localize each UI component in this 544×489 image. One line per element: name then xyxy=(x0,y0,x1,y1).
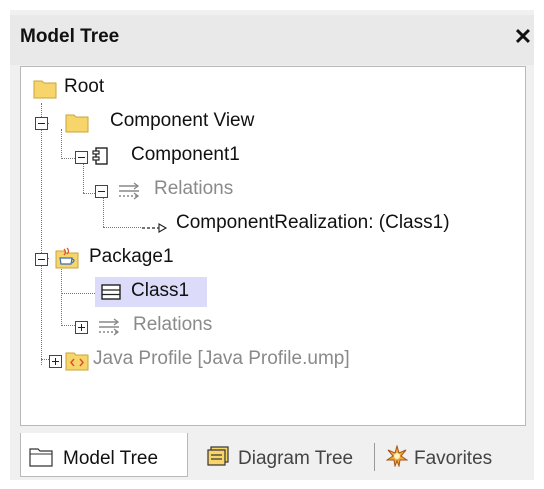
folder-icon xyxy=(33,80,57,99)
collapse-toggle[interactable] xyxy=(35,253,48,266)
tab-separator xyxy=(374,443,375,471)
expand-toggle[interactable] xyxy=(75,321,88,334)
collapse-toggle[interactable] xyxy=(35,117,48,130)
tab-bar: Model Tree Diagram Tree Favorites xyxy=(20,433,526,479)
tab-label: Diagram Tree xyxy=(238,448,354,469)
component-icon xyxy=(92,147,108,165)
class-icon xyxy=(101,284,121,300)
expand-toggle[interactable] xyxy=(49,355,62,368)
tab-label: Favorites xyxy=(414,448,493,469)
close-icon: ✕ xyxy=(513,24,533,49)
close-button[interactable]: ✕ xyxy=(512,22,534,52)
relations-icon xyxy=(99,318,120,336)
realization-arrow-icon xyxy=(142,223,168,233)
tab-favorites[interactable]: Favorites xyxy=(382,433,522,477)
tree-node-label: ComponentRealization: (Class1) xyxy=(176,212,450,233)
folder-icon xyxy=(65,114,89,133)
panel-title: Model Tree xyxy=(20,26,120,47)
tab-label: Model Tree xyxy=(63,448,159,469)
collapse-toggle[interactable] xyxy=(95,185,108,198)
tree-line xyxy=(103,227,141,228)
tree-line xyxy=(41,359,49,360)
tree-node-label: Relations xyxy=(133,314,213,335)
tree-node-label: Component View xyxy=(110,110,255,131)
tree-line xyxy=(41,103,42,365)
tree-line xyxy=(61,129,62,159)
tree-line xyxy=(61,293,95,294)
relations-icon xyxy=(119,182,140,200)
java-package-icon xyxy=(55,247,79,269)
collapse-toggle[interactable] xyxy=(75,151,88,164)
favorites-icon xyxy=(386,445,408,467)
tree-node-label: Class1 xyxy=(131,280,190,301)
folder-icon xyxy=(29,448,53,467)
tree-view[interactable]: Root Component View Component1 Relations xyxy=(20,66,526,426)
tree-node-label: Java Profile [Java Profile.ump] xyxy=(93,348,350,369)
tree-line xyxy=(61,325,75,326)
diagram-tree-icon xyxy=(207,446,229,466)
tree-node-label: Package1 xyxy=(89,246,174,267)
tab-diagram-tree[interactable]: Diagram Tree xyxy=(200,433,372,477)
tree-line xyxy=(83,163,84,193)
tab-model-tree[interactable]: Model Tree xyxy=(20,433,188,477)
tree-line xyxy=(61,264,62,326)
tree-node-label: Relations xyxy=(154,178,234,199)
tree-node-label: Root xyxy=(64,76,105,97)
tree-line xyxy=(103,197,104,227)
profile-package-icon xyxy=(65,352,89,371)
tree-node-label: Component1 xyxy=(131,144,240,165)
